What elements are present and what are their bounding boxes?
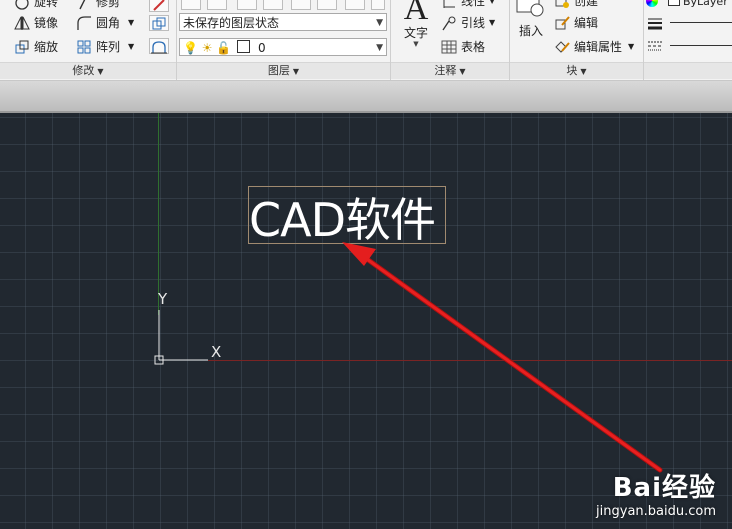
watermark-url: jingyan.baidu.com: [596, 504, 716, 519]
watermark-brand: Bai经验: [612, 473, 716, 503]
baidu-jingyan-watermark: Bai经验 jingyan.baidu.com: [596, 467, 716, 519]
red-arrow-annotation: [342, 242, 663, 473]
